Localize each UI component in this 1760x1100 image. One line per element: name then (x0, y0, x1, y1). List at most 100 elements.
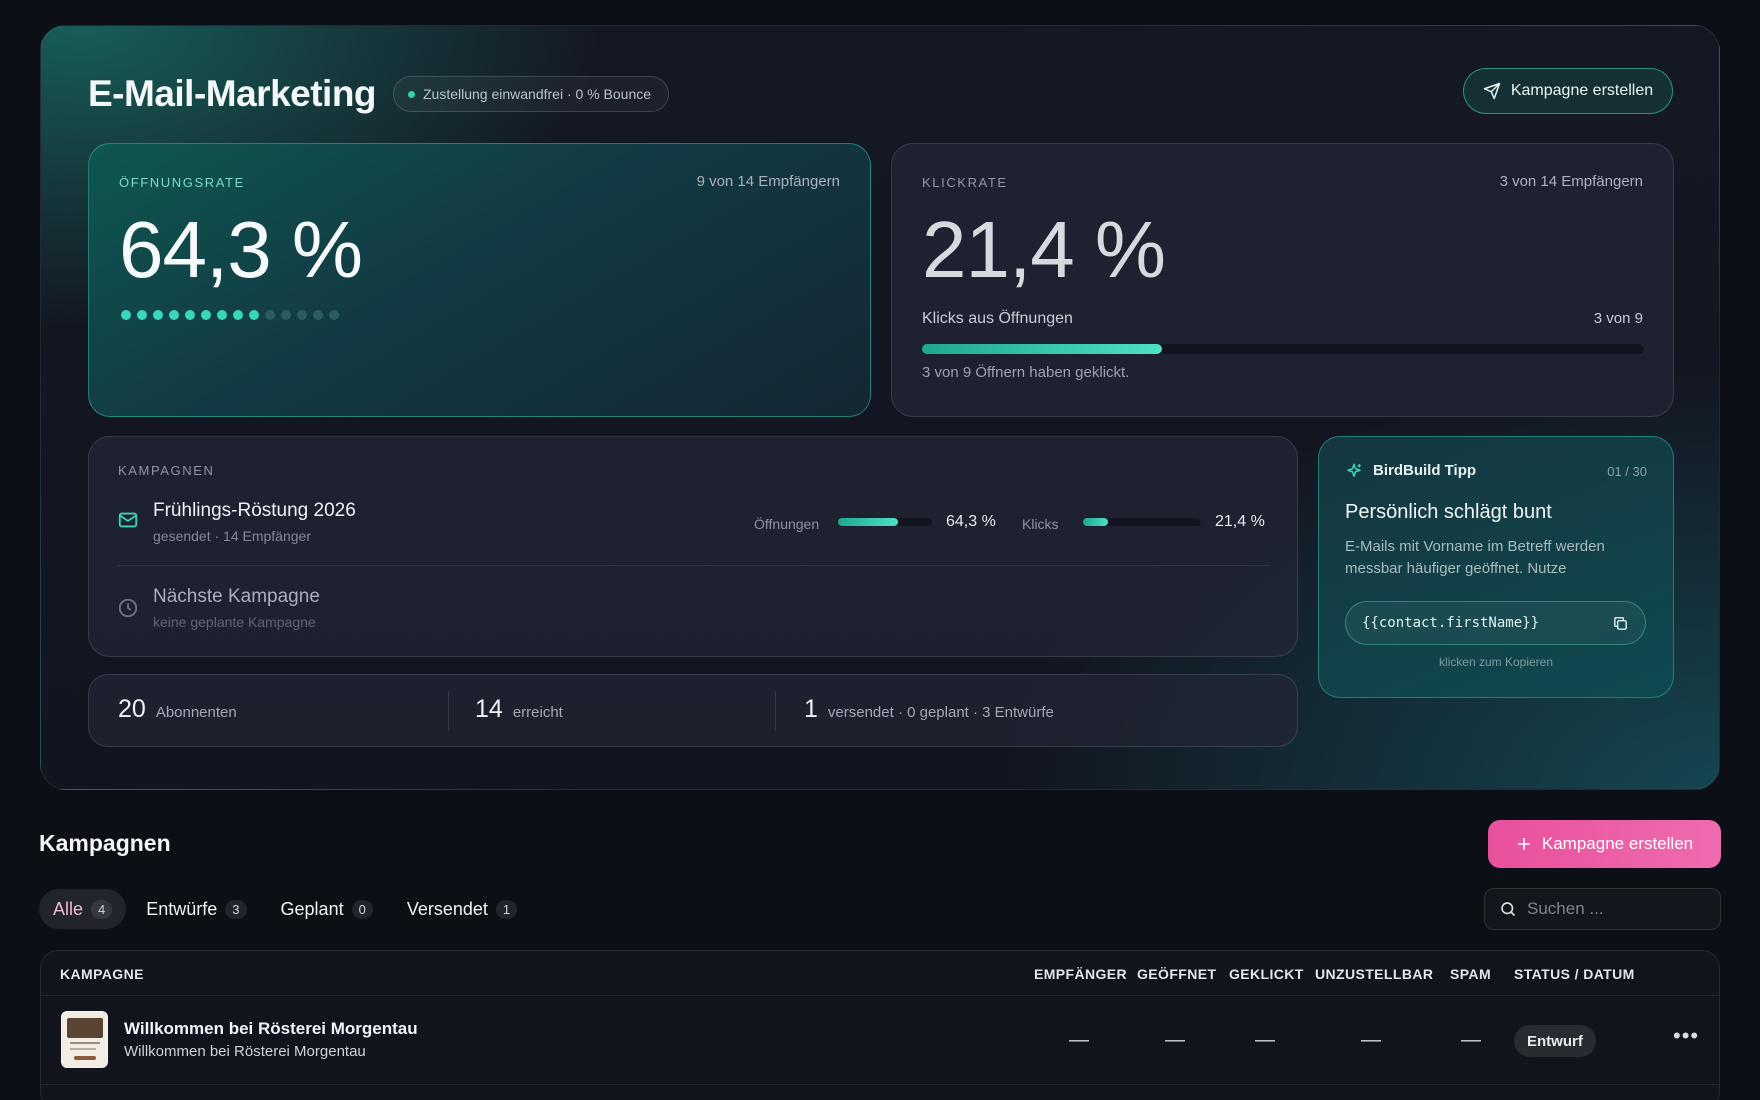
page-title: E-Mail-Marketing (88, 73, 377, 114)
copy-code-button[interactable]: {{contact.firstName}} (1345, 601, 1646, 645)
recipient-dot (137, 310, 147, 320)
stat-sent-num: 1 (804, 695, 818, 723)
stat-separator (775, 691, 776, 731)
stat-subscribers: 20 Abonnenten (118, 695, 237, 724)
campaigns-section-title: Kampagnen (39, 830, 171, 856)
click-rate-detail: 3 von 14 Empfängern (1499, 173, 1643, 190)
stat-subscribers-num: 20 (118, 695, 146, 723)
delivery-status-text: Zustellung einwandfrei · 0 % Bounce (423, 86, 652, 102)
tab-scheduled-count: 0 (351, 899, 373, 919)
create-campaign-button-hero[interactable]: Kampagne erstellen (1463, 68, 1673, 114)
row-recipients: — (1069, 1029, 1089, 1051)
plus-icon (1517, 837, 1531, 851)
tab-sent[interactable]: Versendet 1 (393, 889, 531, 929)
stat-sent-label: versendet · 0 geplant · 3 Entwürfe (827, 704, 1054, 721)
stat-reached-num: 14 (475, 695, 503, 723)
row-opened: — (1165, 1029, 1185, 1051)
recipient-dot (313, 310, 323, 320)
campaigns-card: KAMPAGNEN Frühlings-Röstung 2026 gesende… (88, 436, 1298, 657)
recipient-dot (249, 310, 259, 320)
tab-scheduled[interactable]: Geplant 0 (267, 889, 387, 929)
create-campaign-button-label: Kampagne erstellen (1541, 834, 1694, 853)
stat-reached: 14 erreicht (475, 695, 563, 724)
tab-sent-label: Versendet (406, 898, 488, 919)
tab-scheduled-label: Geplant (280, 898, 344, 919)
opens-label: Öffnungen (754, 516, 820, 532)
col-status-date[interactable]: STATUS / DATUM (1514, 966, 1635, 982)
col-clicked[interactable]: GEKLICKT (1229, 966, 1304, 982)
search-input[interactable] (1527, 899, 1687, 919)
create-campaign-label: Kampagne erstellen (1510, 82, 1654, 99)
row-campaign-subject: Willkommen bei Rösterei Morgentau (124, 1043, 366, 1060)
tab-all-label: Alle (53, 898, 84, 919)
stats-strip: 20 Abonnenten 14 erreicht 1 versendet · … (88, 674, 1298, 747)
click-bar-label: Klicks aus Öffnungen (922, 310, 1073, 327)
email-thumbnail (61, 1011, 108, 1068)
open-rate-detail: 9 von 14 Empfängern (696, 173, 840, 190)
click-note: 3 von 9 Öffnern haben geklickt. (922, 364, 1130, 381)
recipient-dot (185, 310, 195, 320)
tab-sent-count: 1 (495, 899, 518, 919)
click-bar-count: 3 von 9 (1593, 310, 1643, 327)
col-opened[interactable]: GEÖFFNET (1137, 966, 1216, 982)
recipient-dot (169, 310, 179, 320)
copy-hint: klicken zum Kopieren (1438, 655, 1554, 669)
click-rate-label: KLICKRATE (922, 175, 1008, 190)
recipient-dot (297, 310, 307, 320)
recipient-dot (329, 310, 339, 320)
opens-mini-track (838, 518, 932, 526)
mail-icon (117, 509, 139, 536)
current-campaign-sub: gesendet · 14 Empfänger (153, 528, 311, 544)
col-recipients[interactable]: EMPFÄNGER (1034, 966, 1127, 982)
clicks-mini-fill (1083, 518, 1109, 526)
tip-text: E-Mails mit Vorname im Betreff werden me… (1345, 538, 1605, 577)
open-rate-dots (121, 310, 339, 320)
create-campaign-button[interactable]: Kampagne erstellen (1488, 820, 1721, 868)
clicks-mini-track (1083, 518, 1201, 526)
open-rate-value: 64,3 % (119, 205, 363, 294)
click-rate-card: KLICKRATE 3 von 14 Empfängern 21,4 % Kli… (891, 143, 1674, 417)
tab-drafts-label: Entwürfe (146, 898, 218, 919)
clicks-label: Klicks (1022, 516, 1059, 532)
copy-icon (1614, 616, 1627, 630)
stat-separator (448, 691, 449, 731)
tab-all-count: 4 (91, 899, 113, 919)
row-clicked: — (1255, 1029, 1275, 1051)
search-box (1484, 888, 1721, 930)
search-icon (1501, 902, 1515, 916)
send-icon (1483, 82, 1501, 100)
col-campaign[interactable]: KAMPAGNE (60, 966, 144, 982)
col-bounced[interactable]: UNZUSTELLBAR (1315, 966, 1433, 982)
current-campaign-name[interactable]: Frühlings-Röstung 2026 (153, 500, 356, 522)
status-dot-icon (408, 90, 415, 98)
next-campaign-name: Nächste Kampagne (153, 586, 320, 607)
campaigns-divider (117, 565, 1271, 566)
tab-drafts[interactable]: Entwürfe 3 (132, 889, 260, 929)
click-progress-track (922, 344, 1644, 354)
campaigns-card-label: KAMPAGNEN (118, 463, 215, 478)
tab-all[interactable]: Alle 4 (39, 889, 127, 929)
tip-title: Persönlich schlägt bunt (1345, 501, 1552, 523)
open-rate-card: ÖFFNUNGSRATE 9 von 14 Empfängern 64,3 % (88, 143, 871, 417)
col-spam[interactable]: SPAM (1450, 966, 1491, 982)
recipient-dot (233, 310, 243, 320)
click-rate-value: 21,4 % (922, 205, 1166, 294)
next-campaign-sub: keine geplante Kampagne (153, 614, 316, 630)
recipient-dot (201, 310, 211, 320)
stat-subscribers-label: Abonnenten (155, 704, 237, 721)
table-header: KAMPAGNE EMPFÄNGER GEÖFFNET GEKLICKT UNZ… (41, 951, 1719, 996)
stat-reached-label: erreicht (512, 704, 563, 721)
tab-drafts-count: 3 (225, 899, 247, 919)
overview-panel: E-Mail-Marketing Zustellung einwandfrei … (40, 25, 1720, 790)
table-row[interactable]: Willkommen bei Rösterei Morgentau Willko… (41, 997, 1719, 1085)
clicks-value: 21,4 % (1215, 513, 1265, 530)
status-badge: Entwurf (1514, 1025, 1596, 1057)
tip-brand: BirdBuild Tipp (1373, 462, 1477, 479)
row-more-icon[interactable]: ••• (1673, 1023, 1699, 1049)
recipient-dot (281, 310, 291, 320)
row-campaign-name[interactable]: Willkommen bei Rösterei Morgentau (124, 1019, 418, 1039)
stat-sent: 1 versendet · 0 geplant · 3 Entwürfe (804, 695, 1054, 724)
recipient-dot (217, 310, 227, 320)
recipient-dot (153, 310, 163, 320)
row-spam: — (1461, 1029, 1481, 1051)
